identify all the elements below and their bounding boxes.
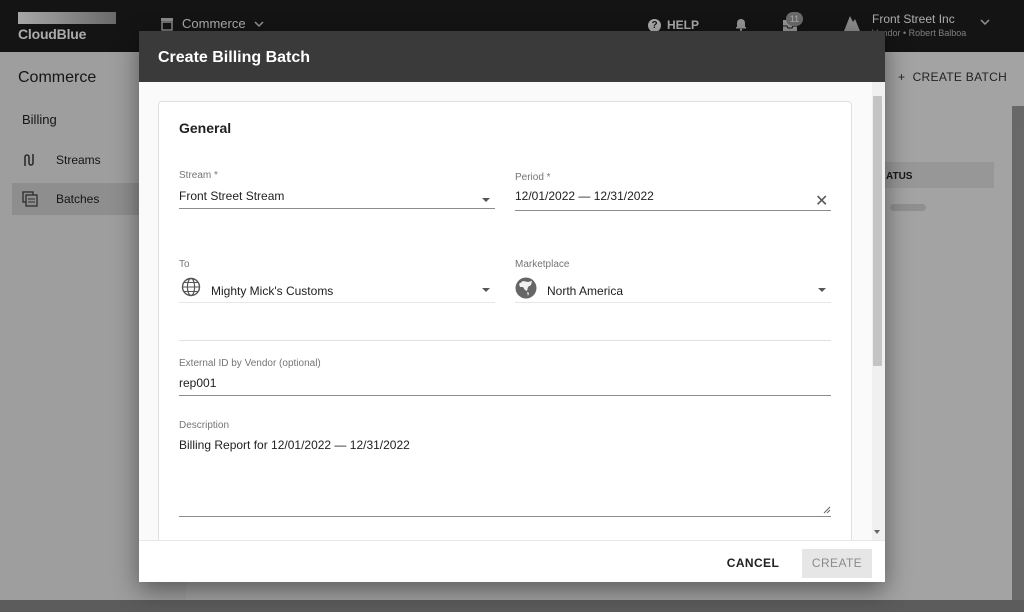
description-value: Billing Report for 12/01/2022 — 12/31/20…	[179, 438, 410, 452]
resize-handle-icon[interactable]	[823, 506, 831, 514]
to-select[interactable]: To Mighty Mick's Customs	[179, 259, 495, 303]
general-card: General Stream * Front Street Stream Per…	[158, 101, 852, 540]
stream-underline	[179, 208, 495, 209]
dropdown-caret-icon	[482, 288, 490, 292]
to-label: To	[179, 259, 190, 270]
period-field[interactable]: Period * 12/01/2022 — 12/31/2022 ✕	[515, 172, 831, 212]
external-id-field[interactable]: External ID by Vendor (optional) rep001	[179, 358, 831, 396]
period-value: 12/01/2022 — 12/31/2022	[515, 189, 654, 203]
cancel-button[interactable]: CANCEL	[719, 549, 787, 577]
external-id-label: External ID by Vendor (optional)	[179, 358, 321, 369]
create-billing-batch-dialog: Create Billing Batch General Stream * Fr…	[139, 31, 885, 582]
to-underline	[179, 302, 495, 303]
external-id-value: rep001	[179, 376, 217, 390]
period-underline	[515, 210, 831, 211]
globe-icon	[181, 277, 201, 297]
dialog-footer: CANCEL CREATE	[139, 540, 885, 582]
marketplace-underline	[515, 302, 831, 303]
dialog-scrollbar-thumb[interactable]	[873, 96, 882, 366]
dropdown-caret-icon	[482, 198, 490, 202]
stream-select[interactable]: Stream * Front Street Stream	[179, 170, 495, 210]
description-underline	[179, 516, 831, 517]
description-label: Description	[179, 420, 230, 431]
scroll-down-arrow-icon[interactable]	[874, 530, 880, 534]
section-divider	[179, 340, 831, 341]
dropdown-caret-icon	[818, 288, 826, 292]
create-button[interactable]: CREATE	[802, 549, 872, 578]
dialog-title: Create Billing Batch	[139, 31, 885, 82]
dialog-body: General Stream * Front Street Stream Per…	[139, 82, 885, 540]
north-america-icon	[515, 277, 537, 299]
close-icon[interactable]: ✕	[815, 194, 828, 210]
marketplace-value: North America	[547, 284, 624, 298]
marketplace-label: Marketplace	[515, 259, 570, 270]
to-value: Mighty Mick's Customs	[211, 284, 334, 298]
stream-label: Stream *	[179, 170, 218, 181]
stream-value: Front Street Stream	[179, 189, 285, 203]
card-title: General	[179, 120, 232, 136]
period-label: Period *	[515, 172, 551, 183]
external-id-underline	[179, 395, 831, 396]
description-textarea[interactable]: Description Billing Report for 12/01/202…	[179, 420, 831, 518]
marketplace-select[interactable]: Marketplace North America	[515, 259, 831, 303]
